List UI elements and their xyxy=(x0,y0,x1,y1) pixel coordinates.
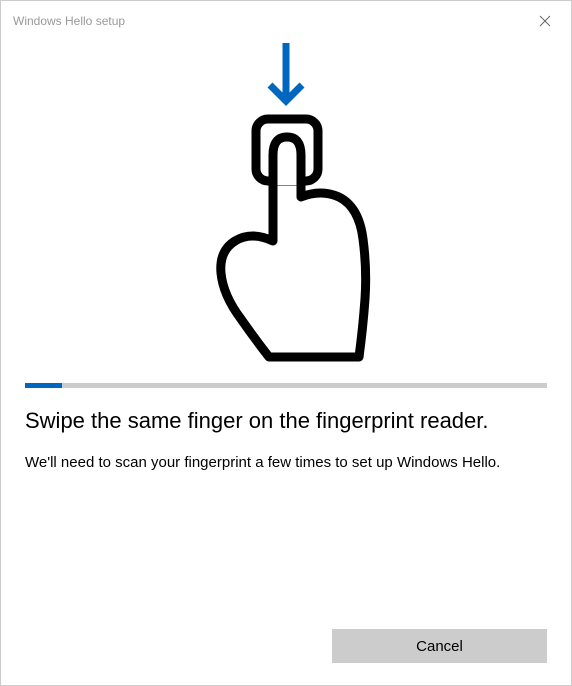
instruction-heading: Swipe the same finger on the fingerprint… xyxy=(25,406,547,436)
cancel-button[interactable]: Cancel xyxy=(332,629,547,663)
progress-fill xyxy=(25,383,62,388)
close-button[interactable] xyxy=(531,7,559,35)
titlebar: Windows Hello setup xyxy=(1,1,571,37)
content-area: Swipe the same finger on the fingerprint… xyxy=(1,37,571,473)
close-icon xyxy=(539,15,551,27)
button-row: Cancel xyxy=(332,629,547,663)
window-title: Windows Hello setup xyxy=(13,14,125,28)
progress-bar xyxy=(25,383,547,388)
arrow-down-icon xyxy=(262,41,310,107)
instruction-body: We'll need to scan your fingerprint a fe… xyxy=(25,452,547,473)
illustration xyxy=(25,37,547,383)
fingerprint-touch-icon xyxy=(191,113,381,363)
